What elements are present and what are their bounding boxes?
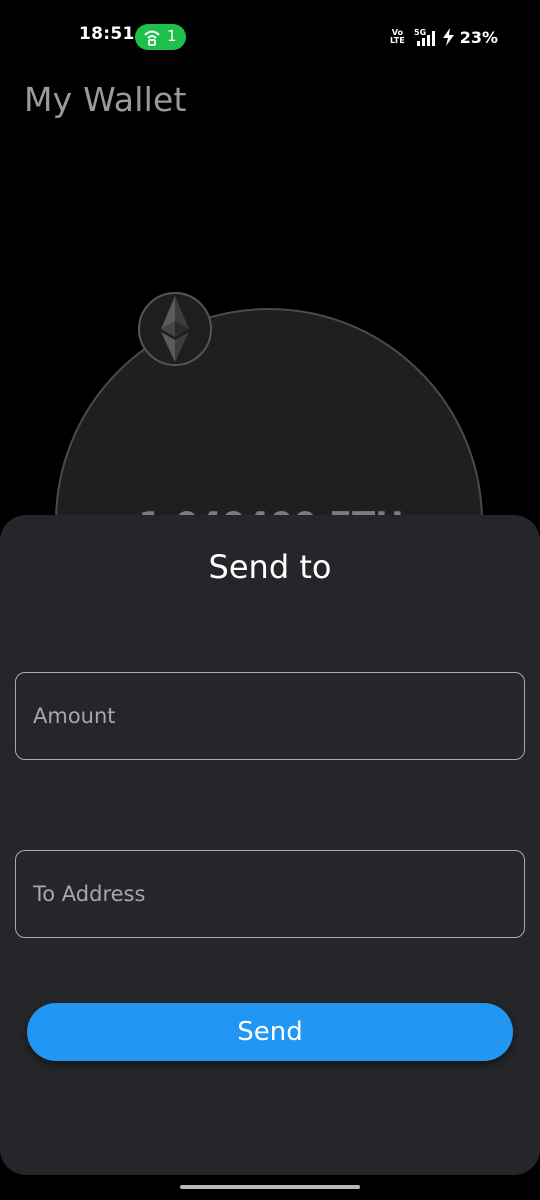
send-button[interactable]: Send bbox=[27, 1003, 513, 1061]
status-bar: 18:51 1 Vo LTE 5G 23% bbox=[0, 0, 540, 74]
volte-icon: Vo LTE bbox=[390, 29, 405, 45]
signal-icon: 5G bbox=[414, 28, 435, 46]
hotspot-count: 1 bbox=[167, 27, 177, 45]
hotspot-indicator[interactable]: 1 bbox=[135, 24, 186, 50]
wifi-hotspot-icon bbox=[144, 30, 160, 46]
sheet-title: Send to bbox=[208, 548, 332, 586]
charging-bolt-icon bbox=[442, 28, 454, 46]
send-sheet: Send to Send bbox=[0, 515, 540, 1175]
ethereum-icon bbox=[161, 296, 189, 362]
status-icons: Vo LTE 5G 23% bbox=[390, 26, 498, 48]
amount-input[interactable] bbox=[15, 672, 525, 760]
ethereum-badge bbox=[138, 292, 212, 366]
home-indicator[interactable] bbox=[180, 1185, 360, 1189]
volte-bottom-label: LTE bbox=[390, 36, 405, 45]
status-time: 18:51 bbox=[79, 24, 135, 44]
to-address-input[interactable] bbox=[15, 850, 525, 938]
screen: 18:51 1 Vo LTE 5G 23% My Wallet Send to … bbox=[0, 0, 540, 1200]
page-title: My Wallet bbox=[24, 80, 187, 119]
battery-percent: 23% bbox=[459, 27, 498, 47]
network-type-label: 5G bbox=[414, 28, 426, 37]
